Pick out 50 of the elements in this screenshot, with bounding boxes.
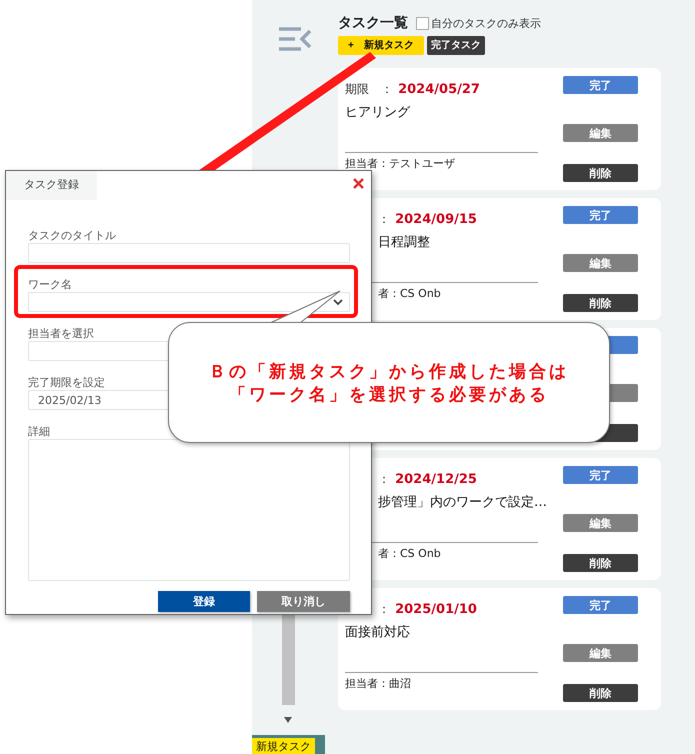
due-date: 2024/09/15 (395, 212, 477, 227)
due-date: 2024/12/25 (395, 472, 477, 487)
assignee: 者：CS Onb (378, 546, 442, 561)
assignee: 者：CS Onb (378, 286, 442, 301)
due-label: 期限 ： (345, 82, 393, 96)
chevron-down-icon (333, 298, 343, 306)
due-date: 2025/01/10 (395, 602, 477, 617)
register-button[interactable]: 登録 (158, 591, 250, 612)
due-label: ： (378, 602, 390, 616)
callout-text: 「ワーク名」を選択する必要がある (229, 384, 549, 406)
complete-button[interactable]: 完了 (563, 206, 638, 224)
delete-button[interactable]: 削除 (563, 164, 638, 182)
callout-text: Ｂの「新規タスク」から作成した場合は (209, 360, 569, 382)
complete-button[interactable]: 完了 (563, 76, 638, 94)
delete-button[interactable]: 削除 (563, 294, 638, 312)
delete-button[interactable]: 削除 (563, 554, 638, 572)
task-title: 日程調整 (378, 235, 430, 250)
assignee: 担当者：曲沼 (345, 676, 412, 691)
field-label: 担当者を選択 (28, 326, 94, 341)
field-value: 2025/02/13 (38, 394, 102, 406)
own-only-checkbox[interactable] (416, 16, 429, 30)
field-label: 完了期限を設定 (28, 375, 105, 390)
due-date: 2024/05/27 (398, 82, 480, 97)
complete-button[interactable]: 完了 (563, 596, 638, 614)
edit-button[interactable]: 編集 (563, 514, 638, 532)
task-title: ヒアリング (345, 105, 410, 120)
dialog-tab[interactable]: タスク登録 (6, 171, 97, 200)
own-only-label: 自分のタスクのみ表示 (431, 16, 541, 30)
edit-button[interactable]: 編集 (563, 254, 638, 272)
task-title: 面接前対応 (345, 625, 410, 640)
field-label: タスクのタイトル (28, 228, 116, 243)
new-task-button[interactable]: + 新規タスク (338, 36, 424, 55)
close-icon[interactable] (352, 177, 365, 190)
edit-button[interactable]: 編集 (563, 644, 638, 662)
assignee: 担当者：テストユーザ (345, 156, 456, 171)
page-title: タスク一覧 (338, 14, 408, 32)
due-label: ： (378, 472, 390, 486)
task-title: 捗管理」内のワークで設定… (378, 495, 547, 510)
complete-button[interactable]: 完了 (563, 466, 638, 484)
new-task-tab[interactable]: 新規タスク (252, 738, 315, 754)
completed-tasks-button[interactable]: 完了タスク (426, 36, 485, 55)
field-label: 詳細 (28, 424, 50, 439)
collapse-menu-icon[interactable] (277, 26, 313, 52)
cancel-button[interactable]: 取り消し (257, 591, 350, 612)
due-label: ： (378, 212, 390, 226)
delete-button[interactable]: 削除 (563, 684, 638, 702)
work-select[interactable] (28, 292, 350, 312)
edit-button[interactable]: 編集 (563, 124, 638, 142)
field-label: ワーク名 (28, 277, 72, 292)
input-field[interactable] (28, 243, 350, 263)
